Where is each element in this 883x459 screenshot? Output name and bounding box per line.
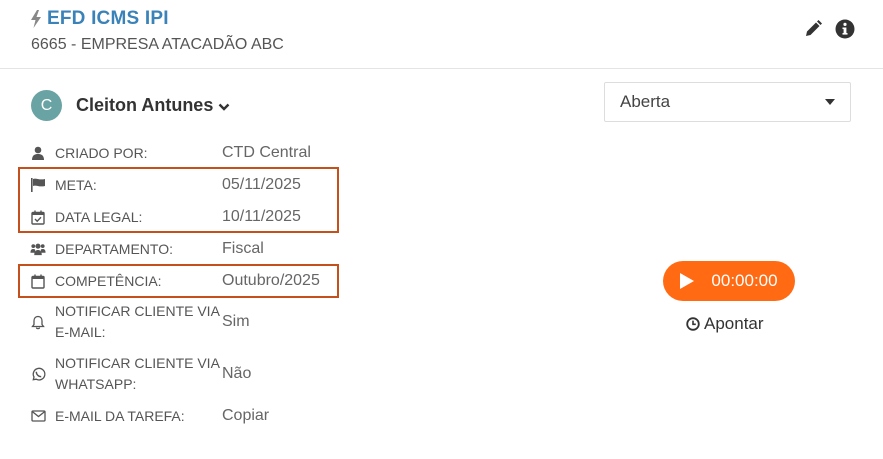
detail-label: META: bbox=[55, 176, 97, 193]
bolt-icon bbox=[31, 10, 41, 28]
caret-down-icon bbox=[825, 99, 835, 105]
detail-value: 10/11/2025 bbox=[222, 208, 301, 225]
task-header: EFD ICMS IPI 6665 - EMPRESA ATACADÃO ABC bbox=[0, 0, 883, 69]
detail-label: E-MAIL DA TAREFA: bbox=[55, 407, 185, 424]
whatsapp-icon bbox=[30, 366, 46, 382]
clock-icon bbox=[686, 317, 700, 331]
calendar-icon bbox=[30, 273, 46, 289]
apontar-label: Apontar bbox=[704, 314, 764, 333]
detail-value: CTD Central bbox=[222, 144, 311, 161]
apontar-button[interactable]: Apontar bbox=[686, 314, 764, 334]
detail-value: Fiscal bbox=[222, 240, 264, 257]
detail-row-departamento: DEPARTAMENTO: Fiscal bbox=[30, 238, 264, 260]
chevron-down-icon bbox=[218, 103, 230, 111]
detail-value: 05/11/2025 bbox=[222, 176, 301, 193]
detail-row-notificar-whatsapp: NOTIFICAR CLIENTE VIA WHATSAPP: Não bbox=[30, 353, 251, 395]
detail-row-data-legal: DATA LEGAL: 10/11/2025 bbox=[30, 206, 301, 228]
detail-label: NOTIFICAR CLIENTE VIA E-MAIL: bbox=[55, 303, 220, 340]
user-icon bbox=[30, 145, 46, 161]
calendar-check-icon bbox=[30, 209, 46, 225]
task-title[interactable]: EFD ICMS IPI bbox=[47, 8, 169, 30]
detail-row-criado-por: CRIADO POR: CTD Central bbox=[30, 142, 311, 164]
detail-row-competencia: COMPETÊNCIA: Outubro/2025 bbox=[30, 270, 320, 292]
envelope-icon bbox=[30, 408, 46, 424]
timer-value: 00:00:00 bbox=[711, 271, 778, 290]
avatar: C bbox=[31, 90, 62, 121]
play-icon bbox=[680, 273, 695, 289]
detail-value: Sim bbox=[222, 313, 250, 330]
assignee-dropdown[interactable]: C Cleiton Antunes bbox=[31, 90, 230, 121]
title-row: EFD ICMS IPI bbox=[30, 8, 169, 30]
detail-value: Não bbox=[222, 365, 252, 382]
detail-label: NOTIFICAR CLIENTE VIA WHATSAPP: bbox=[55, 355, 220, 392]
detail-row-notificar-email: NOTIFICAR CLIENTE VIA E-MAIL: Sim bbox=[30, 301, 250, 343]
status-select[interactable]: Aberta bbox=[604, 82, 851, 122]
pencil-icon[interactable] bbox=[803, 19, 823, 39]
company-name: 6665 - EMPRESA ATACADÃO ABC bbox=[31, 36, 284, 53]
detail-label: DATA LEGAL: bbox=[55, 208, 143, 225]
detail-label: DEPARTAMENTO: bbox=[55, 240, 173, 257]
status-selected-value: Aberta bbox=[620, 92, 671, 111]
timer-button[interactable]: 00:00:00 bbox=[663, 261, 795, 301]
header-actions bbox=[803, 19, 855, 39]
detail-row-email-tarefa: E-MAIL DA TAREFA: Copiar bbox=[30, 405, 269, 427]
flag-icon bbox=[30, 177, 46, 193]
info-icon[interactable] bbox=[835, 19, 855, 39]
bell-icon bbox=[30, 314, 46, 330]
assignee-name: Cleiton Antunes bbox=[76, 95, 214, 115]
detail-label: COMPETÊNCIA: bbox=[55, 272, 162, 289]
users-icon bbox=[30, 241, 46, 257]
detail-row-meta: META: 05/11/2025 bbox=[30, 174, 301, 196]
detail-value: Outubro/2025 bbox=[222, 272, 320, 289]
detail-label: CRIADO POR: bbox=[55, 144, 148, 161]
copy-email-link[interactable]: Copiar bbox=[222, 407, 269, 425]
